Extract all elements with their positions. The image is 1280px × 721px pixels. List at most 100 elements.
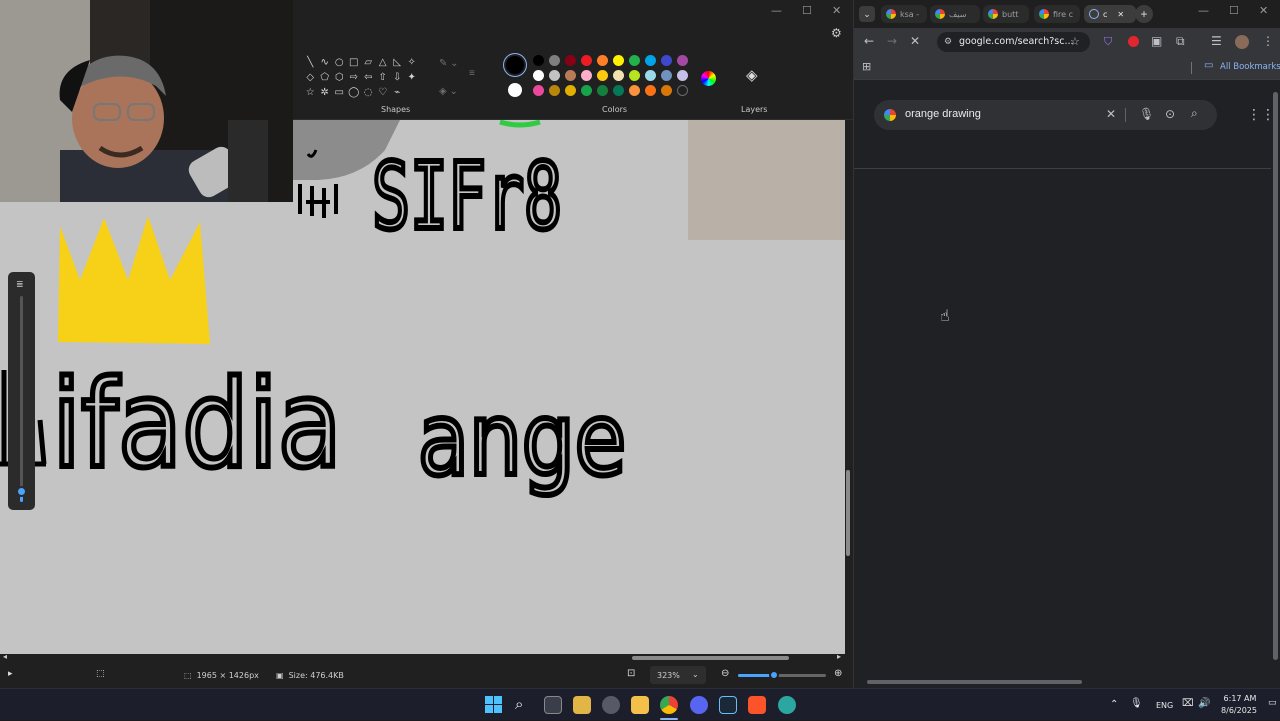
steam-icon[interactable] — [719, 696, 737, 714]
color-swatch[interactable] — [645, 70, 656, 81]
zoom-slider-thumb[interactable] — [769, 670, 779, 680]
color-swatch[interactable] — [581, 70, 592, 81]
canvas-horizontal-scroll-thumb[interactable] — [632, 656, 789, 660]
notifications-icon[interactable]: ▭ — [1268, 698, 1277, 708]
edit-colors-icon[interactable] — [701, 71, 716, 86]
maximize-icon[interactable]: ☐ — [802, 4, 812, 17]
color-swatch[interactable] — [677, 70, 688, 81]
shape-tool-icon[interactable]: ✲ — [318, 86, 333, 99]
color-swatch[interactable] — [597, 85, 608, 96]
more-menu-icon[interactable]: ⋮ — [1262, 34, 1274, 48]
shape-tool-icon[interactable]: △ — [376, 56, 391, 69]
color-swatch[interactable] — [565, 70, 576, 81]
chrome-icon[interactable] — [660, 696, 678, 714]
page-horizontal-scroll-thumb[interactable] — [867, 680, 1082, 684]
canvas-vertical-scrollbar[interactable] — [845, 120, 853, 654]
address-bar[interactable]: ⚙ google.com/search?sc... — [937, 32, 1090, 52]
shape-tool-icon[interactable]: ╲ — [303, 56, 318, 69]
all-bookmarks-link[interactable]: All Bookmarks — [1220, 62, 1280, 72]
start-windows-icon[interactable] — [485, 696, 502, 713]
task-view-icon[interactable] — [544, 696, 562, 714]
color-swatch[interactable] — [549, 85, 560, 96]
shape-outline-icon[interactable]: ✎ ⌄ — [439, 58, 459, 69]
clear-search-icon[interactable]: ✕ — [1106, 107, 1116, 121]
tab-1[interactable]: ksa - — [881, 5, 927, 23]
close-icon[interactable]: ✕ — [832, 4, 841, 17]
scroll-right-icon[interactable]: ▸ — [837, 652, 841, 661]
apps-grid-icon[interactable]: ⊞ — [862, 60, 871, 73]
shape-tool-icon[interactable]: ☆ — [303, 86, 318, 99]
back-icon[interactable]: ← — [864, 34, 874, 48]
volume-icon[interactable]: 🔊 — [1198, 698, 1210, 709]
color-swatch[interactable] — [677, 85, 688, 96]
color-swatch[interactable] — [581, 85, 592, 96]
layers-icon[interactable]: ◈ — [746, 66, 758, 84]
vertical-zoom-slider[interactable]: ≣ — [8, 272, 35, 510]
color-swatch[interactable] — [661, 70, 672, 81]
discord-icon[interactable] — [690, 696, 708, 714]
line-size-icon[interactable]: ≡ — [469, 68, 475, 79]
network-icon[interactable]: ⌧ — [1182, 698, 1194, 709]
tab-2[interactable]: سيف — [930, 5, 980, 23]
language-indicator[interactable]: ENG — [1156, 701, 1173, 710]
settings-gear-icon[interactable]: ⚙ — [831, 26, 842, 40]
extensions-puzzle-icon[interactable]: ⧉ — [1176, 34, 1185, 49]
color-swatch[interactable] — [629, 85, 640, 96]
shape-tool-icon[interactable]: ▱ — [361, 56, 376, 69]
color-swatch[interactable] — [661, 85, 672, 96]
color-swatch[interactable] — [629, 70, 640, 81]
app-globe-icon[interactable] — [778, 696, 796, 714]
shape-tool-icon[interactable]: ◺ — [390, 56, 405, 69]
primary-color-swatch[interactable] — [506, 56, 524, 74]
color-swatch[interactable] — [549, 55, 560, 66]
shape-tool-icon[interactable]: ∿ — [318, 56, 333, 69]
clock-date[interactable]: 8/6/2025 — [1214, 706, 1264, 715]
forward-icon[interactable]: → — [887, 34, 897, 48]
zoom-in-icon[interactable]: ⊕ — [834, 668, 842, 679]
color-swatch[interactable] — [597, 55, 608, 66]
shapes-gallery[interactable]: ╲ ∿ ○ □ ▱ △ ◺ ✧ ◇ ⬠ ⬡ ⇨ ⇦ ⇧ ⇩ ✦ ☆ ✲ ▭ ◯ ◌ ♡ ⌁ — [303, 56, 419, 99]
color-swatch[interactable] — [645, 85, 656, 96]
restore-icon[interactable]: ☐ — [1229, 4, 1239, 17]
shape-tool-icon[interactable]: ⇩ — [390, 71, 405, 84]
shape-fill-icon[interactable]: ◈ ⌄ — [439, 86, 458, 97]
tab-3[interactable]: butt — [983, 5, 1029, 23]
bookmark-star-icon[interactable]: ☆ — [1070, 35, 1080, 48]
media-controls-icon[interactable]: ☰ — [1211, 34, 1222, 48]
fit-to-window-icon[interactable]: ⊡ — [627, 668, 635, 679]
tab-close-icon[interactable]: ✕ — [1117, 10, 1124, 19]
app-icon[interactable] — [602, 696, 620, 714]
search-query-text[interactable]: orange drawing — [905, 108, 981, 120]
color-swatch[interactable] — [565, 85, 576, 96]
shape-tool-icon[interactable]: □ — [347, 56, 362, 69]
minimize-icon[interactable]: — — [1198, 4, 1209, 17]
clock-time[interactable]: 6:17 AM — [1218, 694, 1262, 703]
shape-tool-icon[interactable]: ⬠ — [318, 71, 333, 84]
show-hidden-icons[interactable]: ⌃ — [1110, 699, 1118, 710]
color-swatch[interactable] — [533, 55, 544, 66]
shape-tool-icon[interactable]: ♡ — [376, 86, 391, 99]
close-icon[interactable]: ✕ — [1259, 4, 1268, 17]
shape-tool-icon[interactable]: ⬡ — [332, 71, 347, 84]
zoom-level-dropdown[interactable]: 323% ⌄ — [650, 666, 706, 684]
shape-tool-icon[interactable]: ▭ — [332, 86, 347, 99]
shape-tool-icon[interactable]: ⇧ — [376, 71, 391, 84]
color-swatch[interactable] — [613, 85, 624, 96]
color-swatch[interactable] — [533, 85, 544, 96]
stop-loading-icon[interactable]: ✕ — [910, 34, 920, 48]
voice-search-icon[interactable]: 🎙 — [1139, 107, 1154, 121]
store-icon[interactable] — [573, 696, 591, 714]
selection-icon[interactable]: ⬚ — [96, 669, 105, 679]
tab-4[interactable]: fire c — [1034, 5, 1080, 23]
shape-tool-icon[interactable]: ◯ — [347, 86, 362, 99]
extension-shield-icon[interactable]: ⛉ — [1104, 35, 1112, 49]
color-swatch[interactable] — [677, 55, 688, 66]
zoom-out-icon[interactable]: ⊖ — [721, 668, 729, 679]
extension-opera-icon[interactable] — [1128, 36, 1139, 47]
color-swatch[interactable] — [597, 70, 608, 81]
profile-avatar[interactable] — [1235, 35, 1249, 49]
site-info-icon[interactable]: ⚙ — [944, 32, 952, 52]
tab-active[interactable]: c ✕ — [1084, 5, 1136, 23]
scroll-left-icon[interactable]: ◂ — [3, 652, 7, 661]
shape-tool-icon[interactable]: ○ — [332, 56, 347, 69]
